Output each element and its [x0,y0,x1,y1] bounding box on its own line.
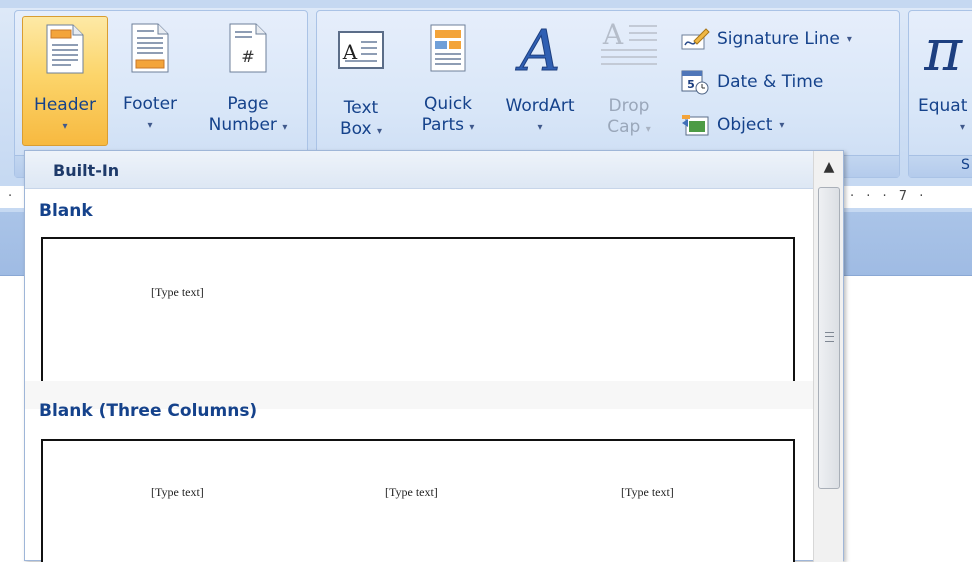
text-box-label-text: Box [339,119,372,139]
svg-text:A: A [515,20,560,76]
chevron-down-icon: ▾ [537,122,543,133]
chevron-down-icon: ▾ [960,122,966,133]
signature-line-button[interactable]: Signature Line ▾ [680,24,852,54]
pi-icon: π [923,16,963,84]
footer-button-label: Footer [122,94,178,114]
scrollbar-thumb[interactable] [818,187,840,489]
page-number-button[interactable]: # Page Number ▾ [196,16,300,146]
signature-line-label: Signature Line [717,29,840,49]
gallery-item-title-blank-three-columns: Blank (Three Columns) [39,401,258,421]
signature-line-icon [681,28,710,50]
gallery-scrollbar[interactable]: ▲ [813,151,843,562]
placeholder-text-center: [Type text] [385,485,438,499]
equation-button[interactable]: π Equat ▾ [914,16,972,146]
chevron-down-icon: ▾ [282,122,288,133]
quick-parts-icon [430,24,466,72]
object-label: Object [717,115,773,135]
horizontal-ruler[interactable]: · · · 7 · [842,186,972,208]
header-button[interactable]: Header ▾ [22,16,108,146]
drop-cap-label-text: Cap [607,117,641,137]
wordart-icon: A [514,19,560,85]
calendar-clock-icon: 5 [681,70,709,95]
svg-text:#: # [241,47,254,66]
page-number-label-line2: Number ▾ [196,115,300,138]
object-icon [682,115,709,136]
page-number-label-text: Number [208,115,277,135]
placeholder-text-right: [Type text] [621,485,674,499]
footer-icon [131,23,169,73]
object-button[interactable]: Object ▾ [680,110,784,140]
header-gallery-dropdown: Built-In Blank [Type text] Blank (Three … [24,150,844,562]
chevron-down-icon: ▾ [846,33,852,45]
gallery-item-blank[interactable]: [Type text] [41,237,795,381]
gallery-section-header: Built-In [25,151,813,189]
header-icon [46,24,84,74]
quick-parts-button[interactable]: Quick Parts ▾ [410,16,486,146]
chevron-down-icon: ▾ [147,120,153,131]
scroll-up-arrow-icon[interactable]: ▲ [814,151,844,183]
page-number-label-line1: Page [227,94,269,114]
gallery-item-title-blank: Blank [39,201,93,221]
chevron-down-icon: ▾ [376,126,383,137]
drop-cap-label-line2: Cap ▾ [594,117,664,140]
chevron-down-icon: ▾ [62,121,68,132]
text-box-label-line1: Text [343,98,379,118]
drop-cap-label-line1: Drop [608,96,650,116]
placeholder-text-left: [Type text] [151,485,204,499]
svg-text:π: π [924,20,963,76]
page-number-icon: # [229,23,267,73]
header-button-label: Header [34,95,96,115]
drop-cap-button[interactable]: A Drop Cap ▾ [594,16,664,146]
svg-text:A: A [602,18,624,51]
quick-parts-label-text: Parts [421,115,464,135]
text-box-label-line2: Box ▾ [326,119,396,142]
wordart-label: WordArt [505,96,575,116]
quick-parts-label-line2: Parts ▾ [410,115,486,138]
grip-icon [825,332,834,342]
ruler-left: · [0,186,24,208]
gallery-item-blank-three-columns[interactable]: [Type text] [Type text] [Type text] [41,439,795,562]
text-box-icon: A [338,31,384,69]
group-label-bar: S [909,155,972,177]
quick-parts-label-line1: Quick [423,94,473,114]
footer-button[interactable]: Footer ▾ [110,16,190,146]
drop-cap-icon: A [601,18,657,65]
group-label-symbols: S [961,157,970,173]
text-box-button[interactable]: A Text Box ▾ [326,16,396,146]
svg-text:5: 5 [687,78,695,91]
chevron-down-icon: ▾ [645,124,651,135]
equation-label: Equat [918,96,968,116]
wordart-button[interactable]: A WordArt ▾ [490,16,590,146]
date-time-button[interactable]: 5 Date & Time [680,67,823,97]
date-time-label: Date & Time [717,72,824,92]
chevron-down-icon: ▾ [779,119,785,131]
chevron-down-icon: ▾ [469,122,475,133]
placeholder-text: [Type text] [151,285,204,299]
ribbon-top-rule [0,0,972,8]
